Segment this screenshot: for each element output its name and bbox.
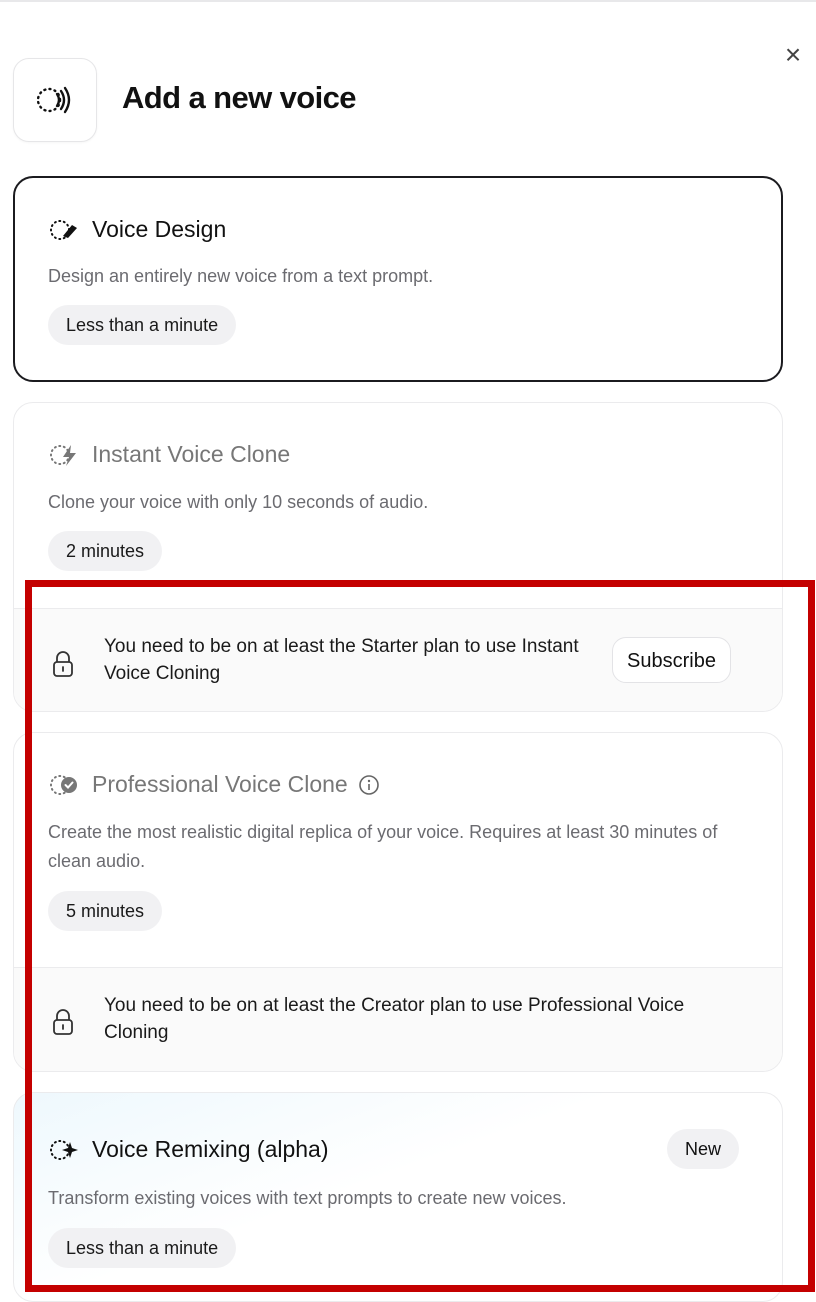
card-title-row: Voice Remixing (alpha)	[48, 1136, 329, 1163]
option-voice-remixing[interactable]: Voice Remixing (alpha) New Transform exi…	[13, 1092, 783, 1302]
duration-pill: Less than a minute	[48, 1228, 237, 1268]
voice-waves-icon	[13, 58, 97, 142]
subscribe-button[interactable]: Subscribe	[612, 637, 731, 683]
top-divider	[0, 0, 816, 2]
new-badge: New	[667, 1129, 740, 1169]
option-description: Design an entirely new voice from a text…	[48, 266, 434, 286]
close-icon[interactable]: ×	[778, 40, 808, 70]
option-professional-voice-clone[interactable]: Professional Voice Clone Create the most…	[13, 732, 783, 1072]
option-title: Professional Voice Clone	[92, 771, 348, 797]
lock-message: You need to be on at least the Creator p…	[104, 995, 685, 1043]
duration-pill: 5 minutes	[48, 891, 163, 931]
plan-lock-notice: You need to be on at least the Creator p…	[14, 967, 782, 1071]
option-title: Voice Remixing (alpha)	[92, 1136, 329, 1162]
lock-message: You need to be on at least the Starter p…	[104, 636, 579, 684]
option-title: Voice Design	[92, 216, 227, 242]
page-title: Add a new voice	[122, 80, 357, 115]
card-title-row: Instant Voice Clone	[48, 441, 290, 468]
option-title: Instant Voice Clone	[92, 441, 291, 467]
duration-pill: Less than a minute	[48, 305, 237, 345]
option-instant-voice-clone[interactable]: Instant Voice Clone Clone your voice wit…	[13, 402, 783, 712]
lock-icon	[52, 650, 74, 683]
option-description: Clone your voice with only 10 seconds of…	[48, 492, 429, 512]
card-title-row: Professional Voice Clone	[48, 771, 380, 798]
option-description: Create the most realistic digital replic…	[48, 822, 718, 871]
card-title-row: Voice Design	[48, 216, 226, 243]
voice-remix-icon	[48, 1137, 82, 1163]
plan-lock-notice: You need to be on at least the Starter p…	[14, 608, 782, 711]
professional-clone-icon	[48, 772, 82, 798]
lock-icon	[52, 1008, 74, 1041]
duration-pill: 2 minutes	[48, 531, 163, 571]
option-voice-design[interactable]: Voice Design Design an entirely new voic…	[13, 176, 783, 382]
info-icon[interactable]	[358, 774, 380, 796]
instant-clone-icon	[48, 442, 82, 468]
voice-design-icon	[48, 217, 82, 243]
option-description: Transform existing voices with text prom…	[48, 1188, 567, 1208]
